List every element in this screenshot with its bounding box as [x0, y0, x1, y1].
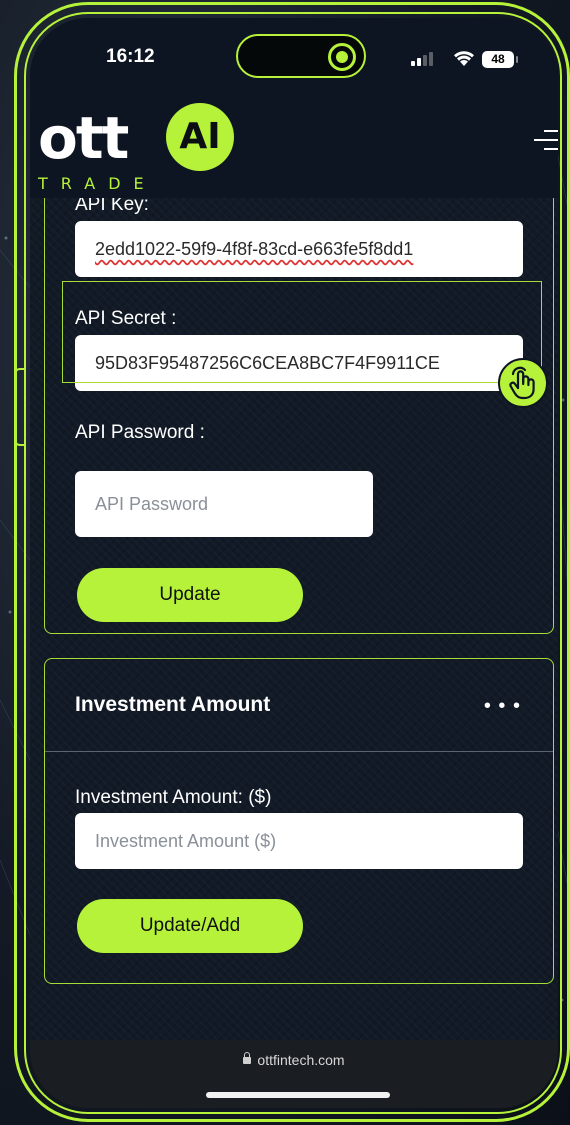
- api-password-input[interactable]: [75, 471, 373, 537]
- phone-side-button: [14, 368, 24, 446]
- phone-screen: API Key: 2edd1022-59f9-4f8f-83cd-e663fe5…: [30, 18, 558, 1108]
- signal-icon: [411, 52, 433, 66]
- home-indicator[interactable]: [206, 1092, 390, 1098]
- status-bar: 16:12 48: [30, 18, 558, 98]
- card-divider: [45, 751, 553, 752]
- logo-wordmark: ott: [38, 104, 129, 172]
- logo-tagline: TRADE: [38, 174, 157, 193]
- url-text: ottfintech.com: [257, 1052, 345, 1068]
- dynamic-island: [236, 34, 366, 78]
- status-time: 16:12: [106, 46, 155, 67]
- camera-icon: [328, 43, 356, 71]
- more-dots-icon[interactable]: • • •: [484, 696, 521, 716]
- investment-amount-input[interactable]: [75, 813, 523, 869]
- api-key-field[interactable]: 2edd1022-59f9-4f8f-83cd-e663fe5f8dd1: [75, 221, 523, 277]
- app-header: ott AI TRADE: [30, 98, 558, 198]
- wifi-icon: [454, 51, 474, 66]
- battery-icon: 48: [482, 51, 518, 68]
- ott-ai-trade-logo[interactable]: ott AI TRADE: [38, 98, 268, 198]
- investment-amount-label: Investment Amount: ($): [75, 787, 272, 808]
- investment-card-title: Investment Amount: [75, 693, 271, 716]
- browser-address-bar[interactable]: ottfintech.com: [30, 1040, 558, 1108]
- hamburger-menu-icon[interactable]: [534, 130, 558, 160]
- investment-amount-card: Investment Amount • • • Investment Amoun…: [44, 658, 554, 984]
- update-add-button[interactable]: Update/Add: [77, 899, 303, 953]
- logo-ai-badge: AI: [166, 103, 234, 171]
- api-credentials-card: API Key: 2edd1022-59f9-4f8f-83cd-e663fe5…: [44, 148, 554, 634]
- update-button[interactable]: Update: [77, 568, 303, 622]
- api-password-label: API Password :: [75, 422, 205, 443]
- tap-hand-icon: [498, 358, 548, 408]
- url-display[interactable]: ottfintech.com: [30, 1052, 558, 1068]
- api-secret-highlight: [62, 281, 542, 383]
- lock-icon: [243, 1052, 252, 1064]
